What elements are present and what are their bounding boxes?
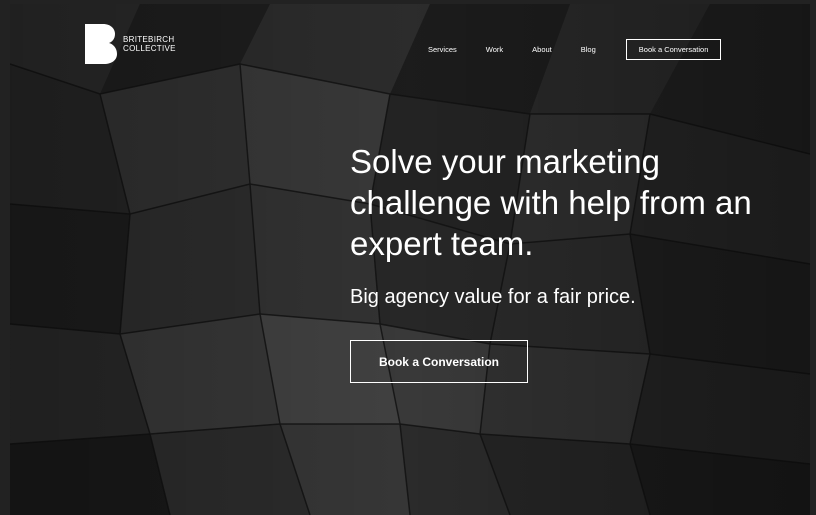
nav-blog-link[interactable]: Blog <box>581 45 596 54</box>
hero-headline: Solve your marketing challenge with help… <box>350 143 752 262</box>
nav-services-link[interactable]: Services <box>428 45 457 54</box>
main-nav: Services Work About Blog Book a Conversa… <box>428 39 722 60</box>
brand-name: BRITEBIRCH COLLECTIVE <box>123 35 176 53</box>
hero-subhead: Big agency value for a fair price. <box>350 286 636 308</box>
nav-book-conversation-button[interactable]: Book a Conversation <box>625 39 722 60</box>
brand-line-1: BRITEBIRCH <box>123 35 175 44</box>
nav-about-link[interactable]: About <box>532 45 552 54</box>
hero-book-conversation-button[interactable]: Book a Conversation <box>350 340 528 383</box>
hero-section: BRITEBIRCH COLLECTIVE Services Work Abou… <box>10 4 810 515</box>
b-logo-mark-icon <box>85 24 117 64</box>
page-frame: BRITEBIRCH COLLECTIVE Services Work Abou… <box>0 0 816 515</box>
brand-logo[interactable]: BRITEBIRCH COLLECTIVE <box>85 24 176 64</box>
brand-line-2: COLLECTIVE <box>123 44 176 53</box>
nav-work-link[interactable]: Work <box>486 45 503 54</box>
